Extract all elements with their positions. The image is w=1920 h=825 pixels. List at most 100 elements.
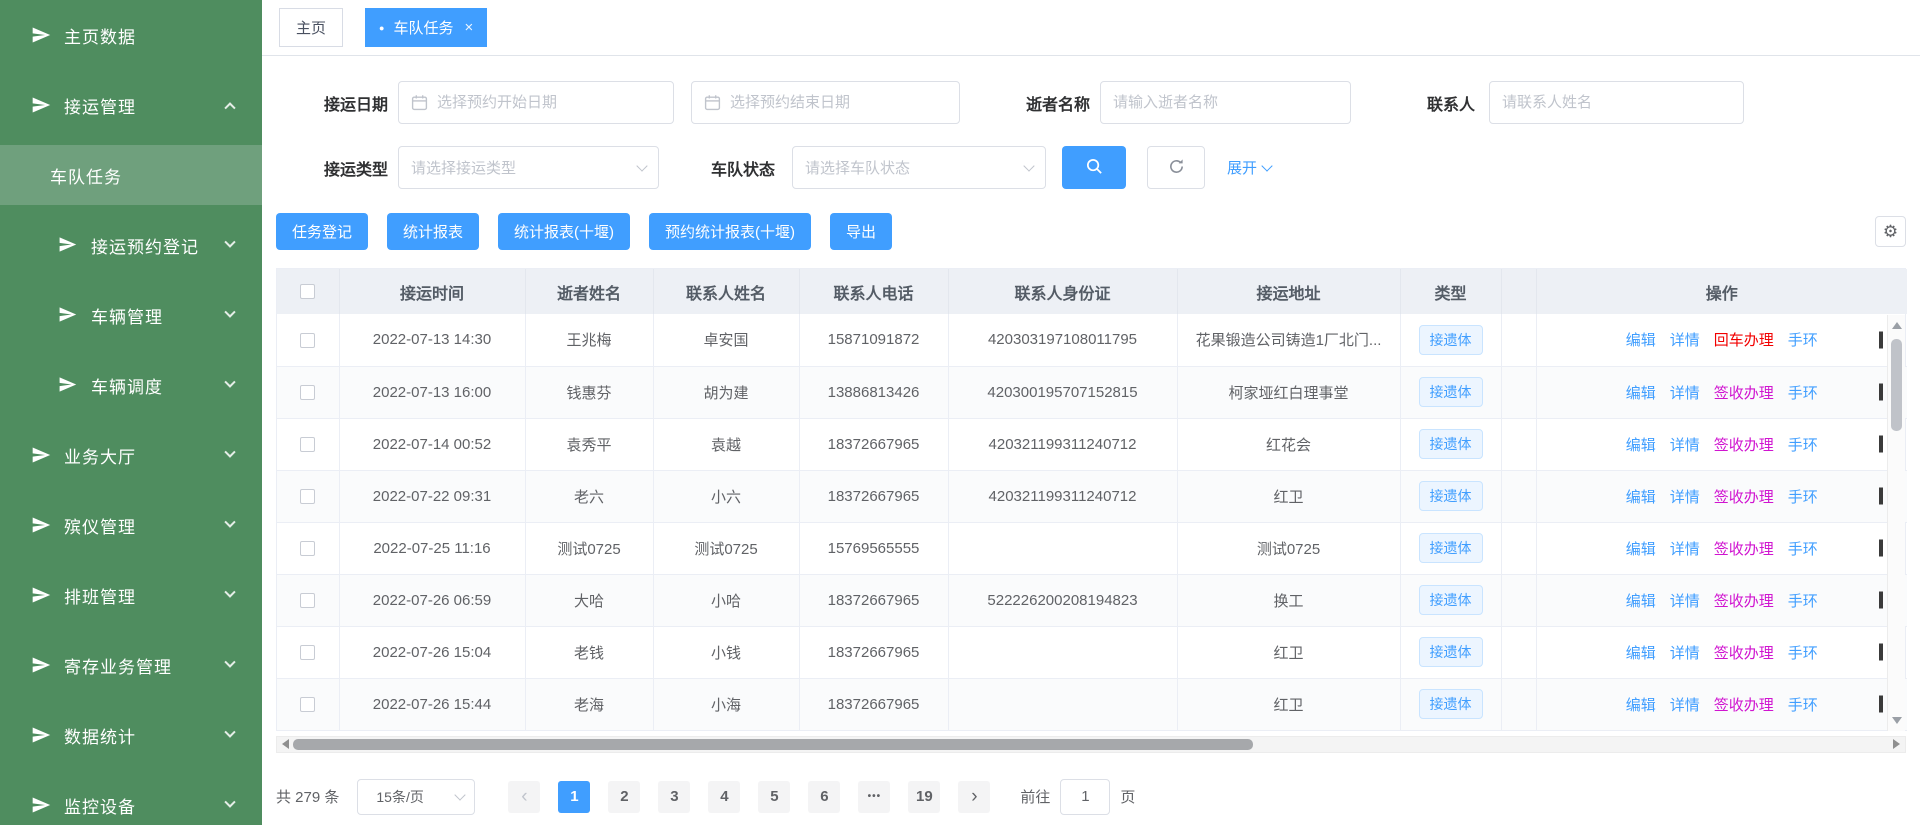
deceased-name-input[interactable]: [1113, 94, 1338, 111]
more-pages-ellipsis[interactable]: •••: [858, 781, 890, 813]
page-button-5[interactable]: 5: [758, 781, 790, 813]
row-checkbox[interactable]: [300, 333, 315, 348]
sidebar-item-home-data[interactable]: 主页数据: [0, 0, 262, 70]
column-settings-button[interactable]: ⚙: [1875, 216, 1906, 247]
edit-link[interactable]: 编辑: [1626, 437, 1656, 454]
sign-off-link[interactable]: 签收办理: [1714, 437, 1774, 454]
row-checkbox[interactable]: [300, 541, 315, 556]
page-button-4[interactable]: 4: [708, 781, 740, 813]
edit-link[interactable]: 编辑: [1626, 489, 1656, 506]
wristband-link[interactable]: 手环: [1788, 645, 1818, 662]
wristband-link[interactable]: 手环: [1788, 332, 1818, 349]
stats-report-shiyan-button[interactable]: 统计报表(十堰): [498, 213, 630, 250]
edit-link[interactable]: 编辑: [1626, 645, 1656, 662]
contact-input[interactable]: [1502, 94, 1731, 111]
fleet-status-select[interactable]: 请选择车队状态: [792, 146, 1046, 189]
wristband-link[interactable]: 手环: [1788, 437, 1818, 454]
edit-link[interactable]: 编辑: [1626, 541, 1656, 558]
sidebar-item-business-hall[interactable]: 业务大厅: [0, 420, 262, 490]
horizontal-scroll-thumb[interactable]: [293, 739, 1253, 750]
task-register-button[interactable]: 任务登记: [276, 213, 368, 250]
sign-off-link[interactable]: 签收办理: [1714, 697, 1774, 714]
contact-field[interactable]: [1489, 81, 1744, 124]
sign-off-link[interactable]: 签收办理: [1714, 385, 1774, 402]
detail-link[interactable]: 详情: [1670, 593, 1700, 610]
detail-link[interactable]: 详情: [1670, 697, 1700, 714]
sign-off-link[interactable]: 签收办理: [1714, 489, 1774, 506]
next-page-button[interactable]: ›: [958, 781, 990, 813]
edit-link[interactable]: 编辑: [1626, 593, 1656, 610]
sidebar-item-scheduling[interactable]: 排班管理: [0, 560, 262, 630]
export-button[interactable]: 导出: [830, 213, 892, 250]
detail-link[interactable]: 详情: [1670, 385, 1700, 402]
detail-link[interactable]: 详情: [1670, 437, 1700, 454]
row-checkbox[interactable]: [300, 489, 315, 504]
edit-link[interactable]: 编辑: [1626, 697, 1656, 714]
stats-report-button[interactable]: 统计报表: [387, 213, 479, 250]
chevron-down-icon: [224, 447, 235, 458]
row-checkbox[interactable]: [300, 385, 315, 400]
detail-link[interactable]: 详情: [1670, 489, 1700, 506]
refresh-button[interactable]: [1147, 146, 1205, 189]
scroll-right-arrow-icon[interactable]: [1888, 737, 1905, 752]
sign-off-link[interactable]: 签收办理: [1714, 541, 1774, 558]
page-button-1[interactable]: 1: [558, 781, 590, 813]
goto-page-input[interactable]: [1060, 779, 1110, 815]
deceased-name-field[interactable]: [1100, 81, 1351, 124]
return-vehicle-link[interactable]: 回车办理: [1714, 332, 1774, 349]
date-start-input[interactable]: [437, 94, 661, 111]
sidebar-item-vehicle-dispatch[interactable]: 车辆调度: [0, 350, 262, 420]
sidebar-item-vehicle-management[interactable]: 车辆管理: [0, 280, 262, 350]
select-all-checkbox[interactable]: [300, 284, 315, 299]
transport-type-select[interactable]: 请选择接运类型: [398, 146, 659, 189]
close-icon[interactable]: ×: [464, 19, 473, 36]
edit-link[interactable]: 编辑: [1626, 385, 1656, 402]
detail-link[interactable]: 详情: [1670, 332, 1700, 349]
date-end-input[interactable]: [730, 94, 947, 111]
page-button-6[interactable]: 6: [808, 781, 840, 813]
reservation-stats-report-shiyan-button[interactable]: 预约统计报表(十堰): [649, 213, 811, 250]
scroll-left-arrow-icon[interactable]: [277, 737, 294, 752]
sidebar-item-data-statistics[interactable]: 数据统计: [0, 700, 262, 770]
page-button-3[interactable]: 3: [658, 781, 690, 813]
scroll-down-arrow-icon[interactable]: [1888, 713, 1905, 729]
page-button-19[interactable]: 19: [908, 781, 940, 813]
horizontal-scrollbar[interactable]: [276, 736, 1906, 753]
edit-link[interactable]: 编辑: [1626, 332, 1656, 349]
sidebar-item-storage-business[interactable]: 寄存业务管理: [0, 630, 262, 700]
sign-off-link[interactable]: 签收办理: [1714, 645, 1774, 662]
date-end-field[interactable]: [691, 81, 960, 124]
sidebar-item-transport-reservation[interactable]: 接运预约登记: [0, 210, 262, 280]
expand-link[interactable]: 展开: [1227, 157, 1271, 178]
col-header-address: 接运地址: [1177, 269, 1400, 314]
wristband-link[interactable]: 手环: [1788, 541, 1818, 558]
wristband-link[interactable]: 手环: [1788, 385, 1818, 402]
sidebar-item-transport-management[interactable]: 接运管理: [0, 70, 262, 140]
sidebar-item-funeral-management[interactable]: 殡仪管理: [0, 490, 262, 560]
row-checkbox[interactable]: [300, 437, 315, 452]
chevron-down-icon: [224, 657, 235, 668]
row-checkbox[interactable]: [300, 593, 315, 608]
row-checkbox[interactable]: [300, 697, 315, 712]
wristband-link[interactable]: 手环: [1788, 697, 1818, 714]
tab-home[interactable]: 主页: [279, 8, 343, 47]
wristband-link[interactable]: 手环: [1788, 489, 1818, 506]
page-size-select[interactable]: 15条/页: [357, 779, 475, 815]
vertical-scroll-thumb[interactable]: [1891, 339, 1902, 431]
row-checkbox[interactable]: [300, 645, 315, 660]
scroll-up-arrow-icon[interactable]: [1888, 317, 1905, 333]
wristband-link[interactable]: 手环: [1788, 593, 1818, 610]
detail-link[interactable]: 详情: [1670, 541, 1700, 558]
cell-time: 2022-07-14 00:52: [339, 418, 525, 470]
sidebar-item-label: 接运预约登记: [91, 233, 199, 258]
prev-page-button[interactable]: ‹: [508, 781, 540, 813]
sidebar-item-monitoring-devices[interactable]: 监控设备: [0, 770, 262, 825]
vertical-scrollbar[interactable]: [1887, 315, 1905, 731]
sidebar-item-fleet-task[interactable]: 车队任务: [0, 140, 262, 210]
detail-link[interactable]: 详情: [1670, 645, 1700, 662]
date-start-field[interactable]: [398, 81, 674, 124]
page-button-2[interactable]: 2: [608, 781, 640, 813]
tab-fleet-task[interactable]: ● 车队任务 ×: [365, 8, 487, 47]
sign-off-link[interactable]: 签收办理: [1714, 593, 1774, 610]
search-button[interactable]: [1062, 146, 1126, 189]
